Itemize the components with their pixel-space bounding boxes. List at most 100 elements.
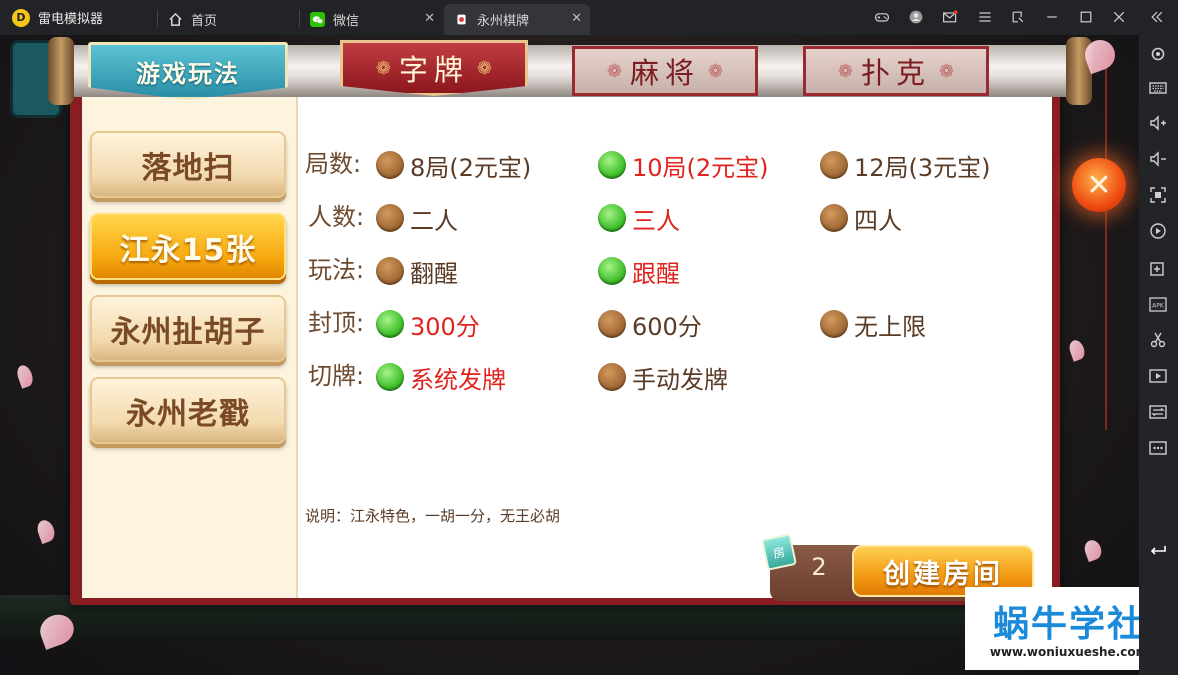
rounds-option-8[interactable]: 8局(2元宝) xyxy=(376,149,532,182)
volume-up-icon[interactable] xyxy=(1147,112,1169,134)
option-text: 8局(2元宝) xyxy=(410,153,532,182)
deal-option-manual[interactable]: 手动发牌 xyxy=(598,361,728,394)
mode-button-luodisao[interactable]: 落地扫 xyxy=(90,131,286,198)
option-text: 四人 xyxy=(854,206,902,235)
back-icon[interactable] xyxy=(1147,539,1169,561)
emulator-toolbar: APK xyxy=(1139,35,1178,675)
radio-icon xyxy=(376,151,404,179)
option-text: 10局(2元宝) xyxy=(632,153,769,182)
scissors-icon[interactable] xyxy=(1147,329,1169,351)
gamepad-icon[interactable] xyxy=(871,6,893,28)
pin-icon[interactable] xyxy=(1007,6,1029,28)
mode-button-yongzhou-laochuo[interactable]: 永州老戳 xyxy=(90,377,286,444)
collapse-icon[interactable] xyxy=(1146,6,1168,28)
mail-icon[interactable] xyxy=(939,6,961,28)
close-tab-icon[interactable]: ✕ xyxy=(424,11,435,26)
cap-option-unlimited[interactable]: 无上限 xyxy=(820,308,926,341)
tab-mahjong[interactable]: ❁ 麻将 ❁ xyxy=(572,46,758,96)
tab-poker[interactable]: ❁ 扑克 ❁ xyxy=(803,46,989,96)
radio-selected-icon xyxy=(598,151,626,179)
record-icon[interactable] xyxy=(1147,365,1169,387)
radio-icon xyxy=(598,363,626,391)
tab-zipai-label: 字牌 xyxy=(398,53,469,87)
tab-home[interactable]: 首页 xyxy=(158,4,298,35)
mode-label: 落地扫 xyxy=(141,150,235,186)
tab-game-label: 永州棋牌 xyxy=(477,14,530,29)
title-bar: D 雷电模拟器 首页 微信 ✕ 永州棋牌 ✕ xyxy=(0,0,1178,36)
room-cost-value: 2 xyxy=(811,553,827,581)
wechat-icon xyxy=(310,12,325,27)
home-icon xyxy=(168,12,183,27)
rotate-icon[interactable] xyxy=(1147,220,1169,242)
close-dialog-button[interactable]: ✕ xyxy=(1072,158,1126,212)
app-title-area: D 雷电模拟器 xyxy=(0,0,155,35)
lantern-string xyxy=(1105,60,1107,430)
tab-zipai[interactable]: ❁ 字牌 ❁ xyxy=(340,40,528,96)
players-option-3[interactable]: 三人 xyxy=(598,202,680,235)
radio-icon xyxy=(376,204,404,232)
mode-button-yongzhou-chehuzi[interactable]: 永州扯胡子 xyxy=(90,295,286,362)
menu-icon[interactable] xyxy=(974,6,996,28)
players-option-4[interactable]: 四人 xyxy=(820,202,902,235)
account-icon[interactable] xyxy=(905,6,927,28)
cap-option-600[interactable]: 600分 xyxy=(598,308,702,341)
volume-down-icon[interactable] xyxy=(1147,148,1169,170)
deal-option-system[interactable]: 系统发牌 xyxy=(376,361,506,394)
mode-button-jiangyong15[interactable]: 江永15张 xyxy=(90,213,286,280)
option-text: 跟醒 xyxy=(632,259,680,288)
keyboard-icon[interactable] xyxy=(1147,77,1169,99)
rounds-option-12[interactable]: 12局(3元宝) xyxy=(820,149,991,182)
ornament-icon: ❁ xyxy=(606,60,622,82)
radio-icon xyxy=(820,310,848,338)
add-app-icon[interactable] xyxy=(1147,257,1169,279)
radio-icon xyxy=(598,310,626,338)
apk-icon[interactable]: APK xyxy=(1147,293,1169,315)
rounds-option-10[interactable]: 10局(2元宝) xyxy=(598,149,769,182)
settings-icon[interactable] xyxy=(1147,43,1169,65)
option-text: 12局(3元宝) xyxy=(854,153,991,182)
scroll-handle-left xyxy=(48,37,74,105)
radio-icon xyxy=(820,204,848,232)
room-card-icon: 房 xyxy=(761,533,797,571)
tab-mahjong-label: 麻将 xyxy=(629,56,700,90)
minimize-icon[interactable] xyxy=(1041,6,1063,28)
mode-label: 永州老戳 xyxy=(126,396,250,432)
svg-text:APK: APK xyxy=(1152,303,1165,310)
radio-selected-icon xyxy=(598,204,626,232)
radio-icon xyxy=(376,257,404,285)
option-text: 系统发牌 xyxy=(410,365,506,394)
option-text: 手动发牌 xyxy=(632,365,728,394)
screenshot-icon[interactable] xyxy=(1147,184,1169,206)
cap-option-300[interactable]: 300分 xyxy=(376,308,480,341)
ornament-icon: ❁ xyxy=(375,57,391,79)
tab-home-label: 首页 xyxy=(191,14,218,29)
more-icon[interactable] xyxy=(1147,437,1169,459)
tab-game[interactable]: 永州棋牌 ✕ xyxy=(444,4,590,35)
deal-label: 切牌: xyxy=(308,362,365,390)
option-text: 600分 xyxy=(632,312,702,341)
play-option-genxing[interactable]: 跟醒 xyxy=(598,255,680,288)
play-option-fanxing[interactable]: 翻醒 xyxy=(376,255,458,288)
mode-label: 永州扯胡子 xyxy=(110,314,266,350)
option-text: 无上限 xyxy=(854,312,926,341)
tab-wechat-label: 微信 xyxy=(333,14,360,29)
game-icon xyxy=(454,12,469,27)
close-icon[interactable] xyxy=(1108,6,1130,28)
tab-game-rules-label: 游戏玩法 xyxy=(136,59,240,88)
app-logo-icon: D xyxy=(12,8,30,27)
tab-wechat[interactable]: 微信 ✕ xyxy=(300,4,443,35)
ornament-icon: ❁ xyxy=(837,60,853,82)
ornament-icon: ❁ xyxy=(939,60,955,82)
players-label: 人数: xyxy=(308,203,365,231)
ornament-icon: ❁ xyxy=(708,60,724,82)
tab-poker-label: 扑克 xyxy=(860,56,931,90)
option-text: 300分 xyxy=(410,312,480,341)
players-option-2[interactable]: 二人 xyxy=(376,202,458,235)
sync-icon[interactable] xyxy=(1147,401,1169,423)
maximize-icon[interactable] xyxy=(1075,6,1097,28)
option-text: 二人 xyxy=(410,206,458,235)
mode-label: 江永15张 xyxy=(119,232,257,268)
close-tab-icon[interactable]: ✕ xyxy=(571,11,582,26)
radio-selected-icon xyxy=(376,310,404,338)
radio-selected-icon xyxy=(598,257,626,285)
